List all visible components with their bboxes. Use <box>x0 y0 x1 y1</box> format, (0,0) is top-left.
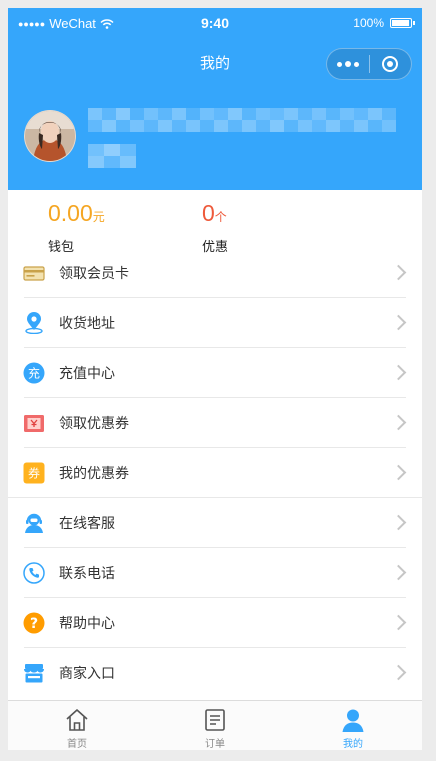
menu-item-label: 商家入口 <box>59 665 115 681</box>
wallet-stat[interactable]: 0.00元 钱包 <box>48 200 105 255</box>
order-icon <box>205 709 225 731</box>
profile-header <box>8 82 422 190</box>
stats-row: 0.00元 钱包 0个 优惠 <box>8 190 422 254</box>
customer-service-icon <box>25 513 43 533</box>
menu-item-label: 领取会员卡 <box>59 265 129 281</box>
coupon-value: 0 <box>202 200 215 226</box>
chevron-right-icon <box>390 264 407 281</box>
phone-icon <box>23 562 45 584</box>
recharge-icon: 充 <box>23 362 45 384</box>
chevron-right-icon <box>390 314 407 331</box>
svg-text:充: 充 <box>28 366 40 381</box>
tab-home[interactable]: 首页 <box>8 701 146 750</box>
menu-item-address[interactable]: 收货地址 <box>8 298 422 348</box>
menu-item-label: 帮助中心 <box>59 615 115 631</box>
menu-item-label: 在线客服 <box>59 515 115 531</box>
svg-text:?: ? <box>30 616 38 632</box>
battery-icon <box>390 18 415 28</box>
svg-text:券: 券 <box>28 466 40 481</box>
chevron-right-icon <box>390 564 407 581</box>
more-dots-icon[interactable] <box>327 49 369 79</box>
wallet-unit: 元 <box>92 210 105 224</box>
menu-item-merchant-entry[interactable]: 商家入口 <box>8 648 422 698</box>
menu-item-get-coupon[interactable]: 领取优惠券 <box>8 398 422 448</box>
chevron-right-icon <box>390 414 407 431</box>
help-icon: ? <box>23 612 45 634</box>
tab-label: 我的 <box>343 739 363 750</box>
coupon-unit: 个 <box>214 210 227 224</box>
battery-percent: 100% <box>353 16 384 30</box>
wallet-value: 0.00 <box>48 200 93 226</box>
tab-bar: 首页 订单 我的 <box>8 700 422 750</box>
chevron-right-icon <box>390 614 407 631</box>
close-target-icon[interactable] <box>369 49 411 79</box>
tab-label: 订单 <box>205 739 225 750</box>
menu-item-label: 收货地址 <box>59 315 115 331</box>
coupon-stat[interactable]: 0个 优惠 <box>202 200 228 255</box>
menu-item-help-center[interactable]: ? 帮助中心 <box>8 598 422 648</box>
menu-item-contact-phone[interactable]: 联系电话 <box>8 548 422 598</box>
menu-item-label: 联系电话 <box>59 565 115 581</box>
menu-list: 领取会员卡 收货地址 充 充值中心 领取优惠券 券 我的优惠券 在线客服 联系电… <box>8 248 422 698</box>
avatar[interactable] <box>24 110 76 162</box>
nickname-mosaic <box>88 108 396 168</box>
chevron-right-icon <box>390 664 407 681</box>
gift-coupon-icon <box>24 415 44 432</box>
profile-icon <box>342 709 364 732</box>
avatar-photo <box>25 111 75 161</box>
location-pin-icon <box>25 312 43 334</box>
menu-item-my-coupons[interactable]: 券 我的优惠券 <box>8 448 422 498</box>
status-bar: ●●●●● WeChat 9:40 100% <box>8 8 422 38</box>
menu-item-label: 领取优惠券 <box>59 415 129 431</box>
coupon-icon: 券 <box>23 462 45 484</box>
mini-program-capsule <box>326 48 412 80</box>
battery-status: 100% <box>353 16 415 30</box>
tab-label: 首页 <box>67 739 87 750</box>
tab-orders[interactable]: 订单 <box>146 701 284 750</box>
chevron-right-icon <box>390 364 407 381</box>
member-card-icon <box>23 266 45 281</box>
menu-item-member-card[interactable]: 领取会员卡 <box>8 248 422 298</box>
chevron-right-icon <box>390 464 407 481</box>
phone-screen: ●●●●● WeChat 9:40 100% 我的 0.00元 钱包 0个 优惠… <box>8 8 422 750</box>
menu-item-recharge[interactable]: 充 充值中心 <box>8 348 422 398</box>
store-icon <box>24 664 44 683</box>
home-icon <box>66 709 88 731</box>
chevron-right-icon <box>390 514 407 531</box>
nav-bar: 我的 <box>8 38 422 82</box>
menu-item-label: 充值中心 <box>59 365 115 381</box>
menu-item-label: 我的优惠券 <box>59 465 129 481</box>
menu-item-online-service[interactable]: 在线客服 <box>8 498 422 548</box>
tab-profile[interactable]: 我的 <box>284 701 422 750</box>
